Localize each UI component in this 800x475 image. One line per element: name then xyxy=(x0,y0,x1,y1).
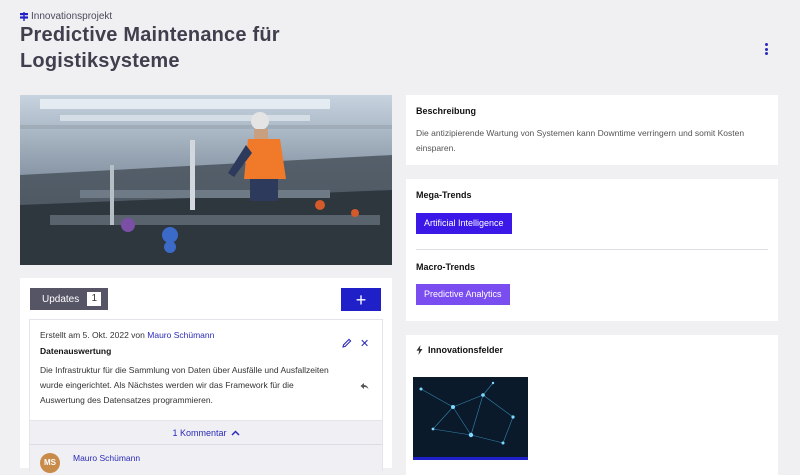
pencil-icon[interactable] xyxy=(342,338,352,348)
mega-trend-tag[interactable]: Artificial Intelligence xyxy=(416,213,512,234)
reply-icon[interactable] xyxy=(360,382,369,391)
update-body: Die Infrastruktur für die Sammlung von D… xyxy=(40,365,329,405)
update-meta: Erstellt am 5. Okt. 2022 von Mauro Schüm… xyxy=(40,330,214,340)
add-update-button[interactable]: + xyxy=(341,288,381,311)
update-created-label: Erstellt am 5. Okt. 2022 von xyxy=(40,330,145,340)
updates-count-badge: 1 xyxy=(87,292,102,306)
description-heading: Beschreibung xyxy=(416,106,477,116)
macro-trends-heading: Macro-Trends xyxy=(416,262,476,272)
trends-panel: Mega-Trends Artificial Intelligence Macr… xyxy=(406,179,778,321)
innovation-fields-heading: Innovationsfelder xyxy=(428,345,504,355)
bolt-icon xyxy=(416,345,423,355)
tab-updates[interactable]: Updates 1 xyxy=(30,288,109,310)
description-panel: Beschreibung Die antizipierende Wartung … xyxy=(406,95,778,165)
project-image xyxy=(20,95,392,265)
comment-item: MS Mauro Schümann xyxy=(30,444,382,473)
innovation-fields-panel: Innovationsfelder xyxy=(406,335,778,475)
breadcrumb[interactable]: Innovationsprojekt xyxy=(20,11,112,22)
update-author-link[interactable]: Mauro Schümann xyxy=(147,330,214,340)
more-options-icon[interactable] xyxy=(760,42,772,58)
page-title: Predictive Maintenance für Logistiksyste… xyxy=(20,24,280,72)
comments-toggle[interactable]: 1 Kommentar xyxy=(30,420,382,445)
update-item: Erstellt am 5. Okt. 2022 von Mauro Schüm… xyxy=(30,320,382,473)
chevron-up-icon xyxy=(230,430,240,436)
updates-panel: Updates 1 + Erstellt am 5. Okt. 2022 von… xyxy=(20,278,392,473)
comment-author-link[interactable]: Mauro Schümann xyxy=(73,453,140,463)
network-image xyxy=(413,377,528,457)
mega-trends-heading: Mega-Trends xyxy=(416,190,472,200)
update-title: Datenauswertung xyxy=(40,346,112,356)
updates-tab-label: Updates xyxy=(42,293,80,305)
description-text: Die antizipierende Wartung von Systemen … xyxy=(416,128,745,153)
macro-trend-tag[interactable]: Predictive Analytics xyxy=(416,284,510,305)
signpost-icon xyxy=(20,12,28,21)
comments-toggle-label: 1 Kommentar xyxy=(172,428,227,438)
innovation-field-card[interactable] xyxy=(413,377,528,460)
close-icon[interactable]: ✕ xyxy=(360,337,369,350)
divider xyxy=(416,249,768,250)
avatar: MS xyxy=(40,453,60,473)
breadcrumb-label: Innovationsprojekt xyxy=(31,11,113,22)
innovation-fields-header: Innovationsfelder xyxy=(416,345,503,355)
